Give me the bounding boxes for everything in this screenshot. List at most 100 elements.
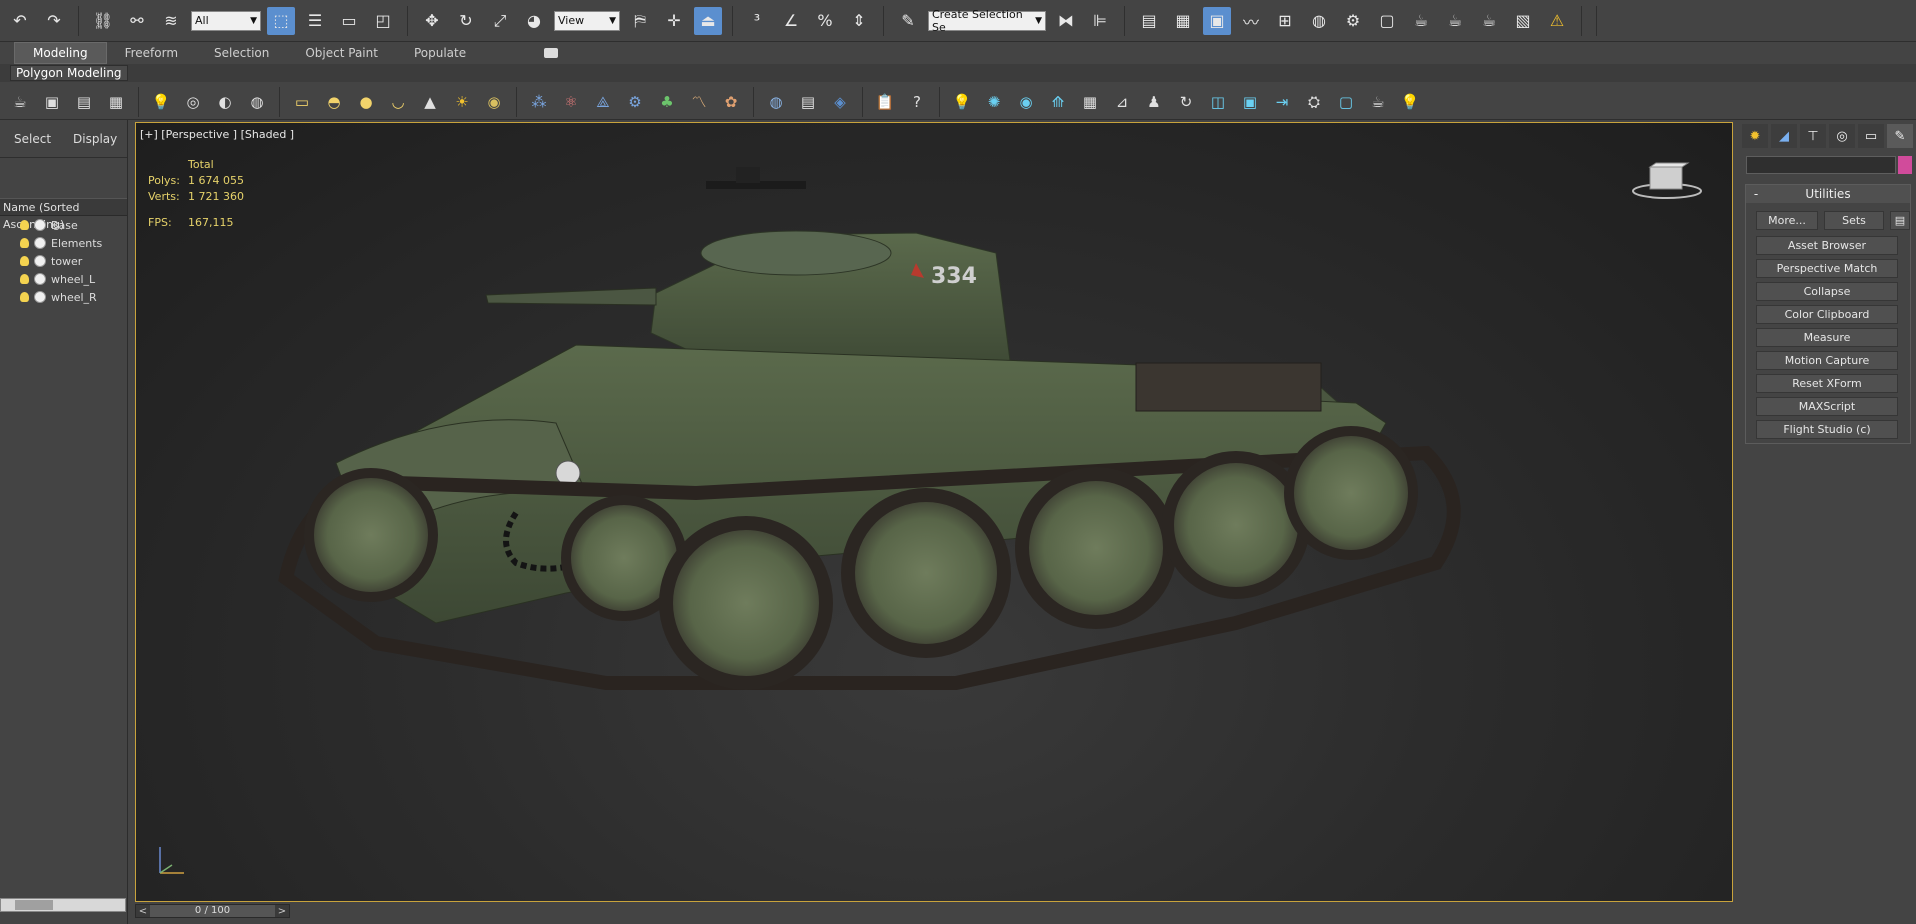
collapse-icon[interactable]: - [1746, 187, 1766, 201]
select-manipulate-icon[interactable]: ✛ [660, 7, 688, 35]
frame-icon[interactable]: ▣ [1236, 88, 1264, 116]
rectangular-selection-icon[interactable]: ▭ [335, 7, 363, 35]
collapse-button[interactable]: Collapse [1756, 282, 1898, 301]
time-slider[interactable]: < 0 / 100 > [135, 904, 290, 918]
snaps-toggle-icon[interactable]: ³ [743, 7, 771, 35]
camera-target-icon[interactable]: ◉ [1012, 88, 1040, 116]
render-production-icon[interactable]: ☕ [1407, 7, 1435, 35]
unlink-icon[interactable]: ⚯ [123, 7, 151, 35]
layer-manager-icon[interactable]: ▤ [1135, 7, 1163, 35]
render-icon[interactable]: ▤ [794, 88, 822, 116]
gear-icon[interactable]: ⚙ [621, 88, 649, 116]
tab-selection[interactable]: Selection [196, 43, 287, 63]
list-icon[interactable]: ▤ [70, 88, 98, 116]
tab-modeling[interactable]: Modeling [14, 42, 107, 64]
plant-icon[interactable]: ♣ [653, 88, 681, 116]
scene-explorer-toggle-icon[interactable]: ▦ [1169, 7, 1197, 35]
object-icon[interactable] [34, 255, 46, 267]
hair-icon[interactable]: 〽 [685, 88, 713, 116]
sphere-icon[interactable]: ● [352, 88, 380, 116]
ribbon-options-icon[interactable] [544, 48, 559, 58]
tab-freeform[interactable]: Freeform [107, 43, 196, 63]
create-tab-icon[interactable]: ✹ [1742, 124, 1768, 148]
refresh-icon[interactable]: ↻ [1172, 88, 1200, 116]
list-item[interactable]: Elements [0, 234, 127, 252]
object-name-field[interactable] [1746, 156, 1896, 174]
export-icon[interactable]: ⇥ [1268, 88, 1296, 116]
render-in-cloud-icon[interactable]: ▧ [1509, 7, 1537, 35]
perspective-viewport[interactable]: [+] [Perspective ] [Shaded ] Total Polys… [135, 122, 1733, 902]
color-clipboard-button[interactable]: Color Clipboard [1756, 305, 1898, 324]
table-icon[interactable]: ▦ [1076, 88, 1104, 116]
cone-icon[interactable]: ▲ [416, 88, 444, 116]
light-list-icon[interactable]: 💡 [147, 88, 175, 116]
keyboard-shortcut-override-icon[interactable]: ⏏ [694, 6, 722, 35]
film-icon[interactable]: ◍ [243, 88, 271, 116]
light-bulb-icon[interactable] [20, 274, 29, 284]
view-icon[interactable]: ◫ [1204, 88, 1232, 116]
select-object-icon[interactable]: ⬚ [267, 6, 295, 35]
ruler-icon[interactable]: ⊿ [1108, 88, 1136, 116]
tab-display[interactable]: Display [73, 132, 117, 146]
selection-filter-dropdown[interactable]: All ▼ [191, 10, 261, 31]
box-icon[interactable]: ▭ [288, 88, 316, 116]
asset-browser-button[interactable]: Asset Browser [1756, 236, 1898, 255]
scrollbar-thumb[interactable] [15, 900, 53, 910]
hemisphere-icon[interactable]: ◓ [320, 88, 348, 116]
measure-button[interactable]: Measure [1756, 328, 1898, 347]
light-bulb-icon[interactable] [20, 292, 29, 302]
perspective-match-button[interactable]: Perspective Match [1756, 259, 1898, 278]
object-color-swatch[interactable] [1898, 156, 1912, 174]
light-bulb-icon[interactable]: 💡 [948, 88, 976, 116]
warning-icon[interactable]: ⚠ [1543, 7, 1571, 35]
named-selection-set-dropdown[interactable]: Create Selection Se ▼ [928, 8, 1046, 34]
light-bulb-icon[interactable] [20, 256, 29, 266]
undo-icon[interactable]: ↶ [6, 7, 34, 35]
polygon-modeling-panel-label[interactable]: Polygon Modeling [10, 65, 128, 81]
network-icon[interactable]: ⛭ [1300, 88, 1328, 116]
select-by-name-icon[interactable]: ☰ [301, 7, 329, 35]
object-icon[interactable] [34, 219, 46, 231]
percent-snap-icon[interactable]: % [811, 7, 839, 35]
select-and-link-icon[interactable]: ⛓ [89, 7, 117, 35]
render-iterative-icon[interactable]: ☕ [1441, 7, 1469, 35]
globe-icon[interactable]: ◍ [762, 88, 790, 116]
list-item[interactable]: wheel_R [0, 288, 127, 306]
clipboard-icon[interactable]: 📋 [871, 88, 899, 116]
more-button[interactable]: More... [1756, 211, 1818, 230]
light-bulb-icon[interactable] [20, 220, 29, 230]
list-item[interactable]: tower [0, 252, 127, 270]
object-icon[interactable] [34, 273, 46, 285]
edit-named-selection-icon[interactable]: ✎ [894, 7, 922, 35]
rotate-icon[interactable]: ↻ [452, 7, 480, 35]
render-activeshade-icon[interactable]: ☕ [1475, 7, 1503, 35]
teapot-icon[interactable]: ☕ [6, 88, 34, 116]
bulb-outline-icon[interactable]: 💡 [1396, 88, 1424, 116]
bone-icon[interactable]: ⟰ [1044, 88, 1072, 116]
window-icon[interactable]: ▢ [1332, 88, 1360, 116]
redo-icon[interactable]: ↷ [40, 7, 68, 35]
tank-model[interactable]: 334 [136, 123, 1733, 902]
schematic-view-icon[interactable]: ⊞ [1271, 7, 1299, 35]
material-editor-icon[interactable]: ◍ [1305, 7, 1333, 35]
align-icon[interactable]: ⊫ [1086, 7, 1114, 35]
tab-object-paint[interactable]: Object Paint [287, 43, 396, 63]
horizontal-scrollbar[interactable] [0, 898, 126, 912]
spinner-snap-icon[interactable]: ⇕ [845, 7, 873, 35]
help-icon[interactable]: ? [903, 88, 931, 116]
motion-tab-icon[interactable]: ◎ [1829, 124, 1855, 148]
reference-coordinate-dropdown[interactable]: View ▼ [554, 10, 620, 31]
next-frame-icon[interactable]: > [275, 906, 289, 917]
figure-icon[interactable]: ♟ [1140, 88, 1168, 116]
mirror-icon[interactable]: ⧓ [1052, 7, 1080, 35]
rollout-header[interactable]: - Utilities [1746, 185, 1910, 203]
tab-select[interactable]: Select [14, 132, 51, 146]
omni-light-icon[interactable]: ✺ [980, 88, 1008, 116]
configure-sets-icon[interactable]: ▤ [1890, 211, 1910, 230]
hierarchy-tab-icon[interactable]: ⊤ [1800, 124, 1826, 148]
pivot-center-icon[interactable]: ⛿ [626, 7, 654, 35]
object-icon[interactable] [34, 237, 46, 249]
teapot-render-icon[interactable]: ☕ [1364, 88, 1392, 116]
display-tab-icon[interactable]: ▭ [1858, 124, 1884, 148]
helper-icon[interactable]: ◐ [211, 88, 239, 116]
